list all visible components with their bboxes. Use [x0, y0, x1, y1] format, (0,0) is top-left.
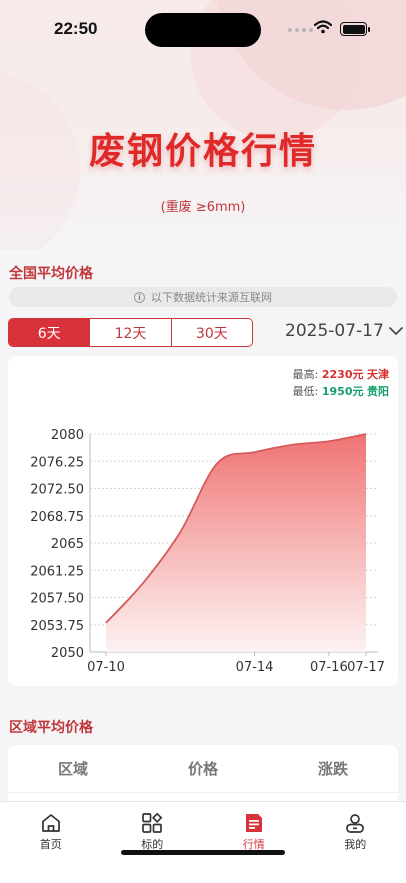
y-tick-label: 2050: [51, 646, 84, 661]
grid-icon: [142, 812, 163, 833]
home-indicator: [121, 850, 285, 855]
tab-profile-label: 我的: [344, 838, 367, 851]
tab-targets[interactable]: 标的: [102, 802, 204, 883]
column-header-price: 价格: [187, 760, 218, 778]
y-tick-label: 2072.50: [30, 483, 84, 498]
column-header-change: 涨跌: [317, 760, 348, 778]
national-section-title: 全国平均价格: [9, 266, 93, 282]
data-source-notice: i 以下数据统计来源互联网: [9, 287, 397, 307]
document-icon: [245, 814, 262, 832]
tab-home[interactable]: 首页: [0, 802, 102, 883]
y-tick-label: 2061.25: [30, 564, 84, 579]
region-section-title: 区域平均价格: [9, 720, 93, 736]
y-tick-label: 2076.25: [30, 455, 84, 470]
tab-market[interactable]: 行情: [203, 802, 305, 883]
price-area-chart: 2080 2076.25 2072.50 2068.75 2065 2061.25 2057…: [30, 428, 385, 675]
date-value: 2025-07-17: [285, 321, 384, 341]
status-time: 22:50: [54, 19, 98, 38]
tab-12-days[interactable]: 12天: [89, 319, 170, 346]
period-tabs: 6天 12天 30天: [8, 318, 253, 347]
info-icon: i: [134, 291, 145, 303]
y-tick-label: 2068.75: [30, 510, 84, 525]
x-tick-label: 07-10: [87, 660, 125, 675]
profile-icon: [346, 814, 365, 833]
wifi-icon: [314, 20, 332, 34]
bottom-tab-bar: 首页 标的 行情 我的: [0, 801, 406, 883]
y-tick-label: 2080: [51, 428, 84, 443]
tab-profile[interactable]: 我的: [305, 802, 406, 883]
y-tick-label: 2053.75: [30, 619, 84, 634]
x-tick-label: 07-17: [347, 660, 385, 675]
notice-text: 以下数据统计来源互联网: [151, 291, 272, 304]
y-tick-label: 2057.50: [30, 592, 84, 607]
status-bar: 22:50: [0, 0, 406, 58]
x-tick-label: 07-16: [310, 660, 348, 675]
x-tick-label: 07-14: [236, 660, 274, 675]
home-icon: [41, 814, 60, 832]
date-picker[interactable]: 2025-07-17: [285, 321, 403, 341]
battery-icon: [340, 22, 370, 36]
page-subtitle: (重废 ≥6mm): [160, 200, 246, 215]
area-fill: [106, 434, 366, 652]
tab-30-days[interactable]: 30天: [170, 319, 252, 346]
dynamic-island: [145, 13, 261, 47]
table-header: 区域 价格 涨跌: [8, 745, 398, 793]
tab-6-days[interactable]: 6天: [9, 319, 90, 346]
chevron-down-icon: [388, 326, 403, 335]
signal-icon: [288, 28, 313, 32]
price-chart-card: 最高: 2230元 天津 最低: 1950元 贵阳 2080 2076.25 207…: [8, 356, 398, 686]
tab-home-label: 首页: [39, 838, 62, 851]
column-header-region: 区域: [57, 760, 88, 778]
y-tick-label: 2065: [51, 537, 84, 552]
page-title: 废钢价格行情: [88, 131, 317, 172]
